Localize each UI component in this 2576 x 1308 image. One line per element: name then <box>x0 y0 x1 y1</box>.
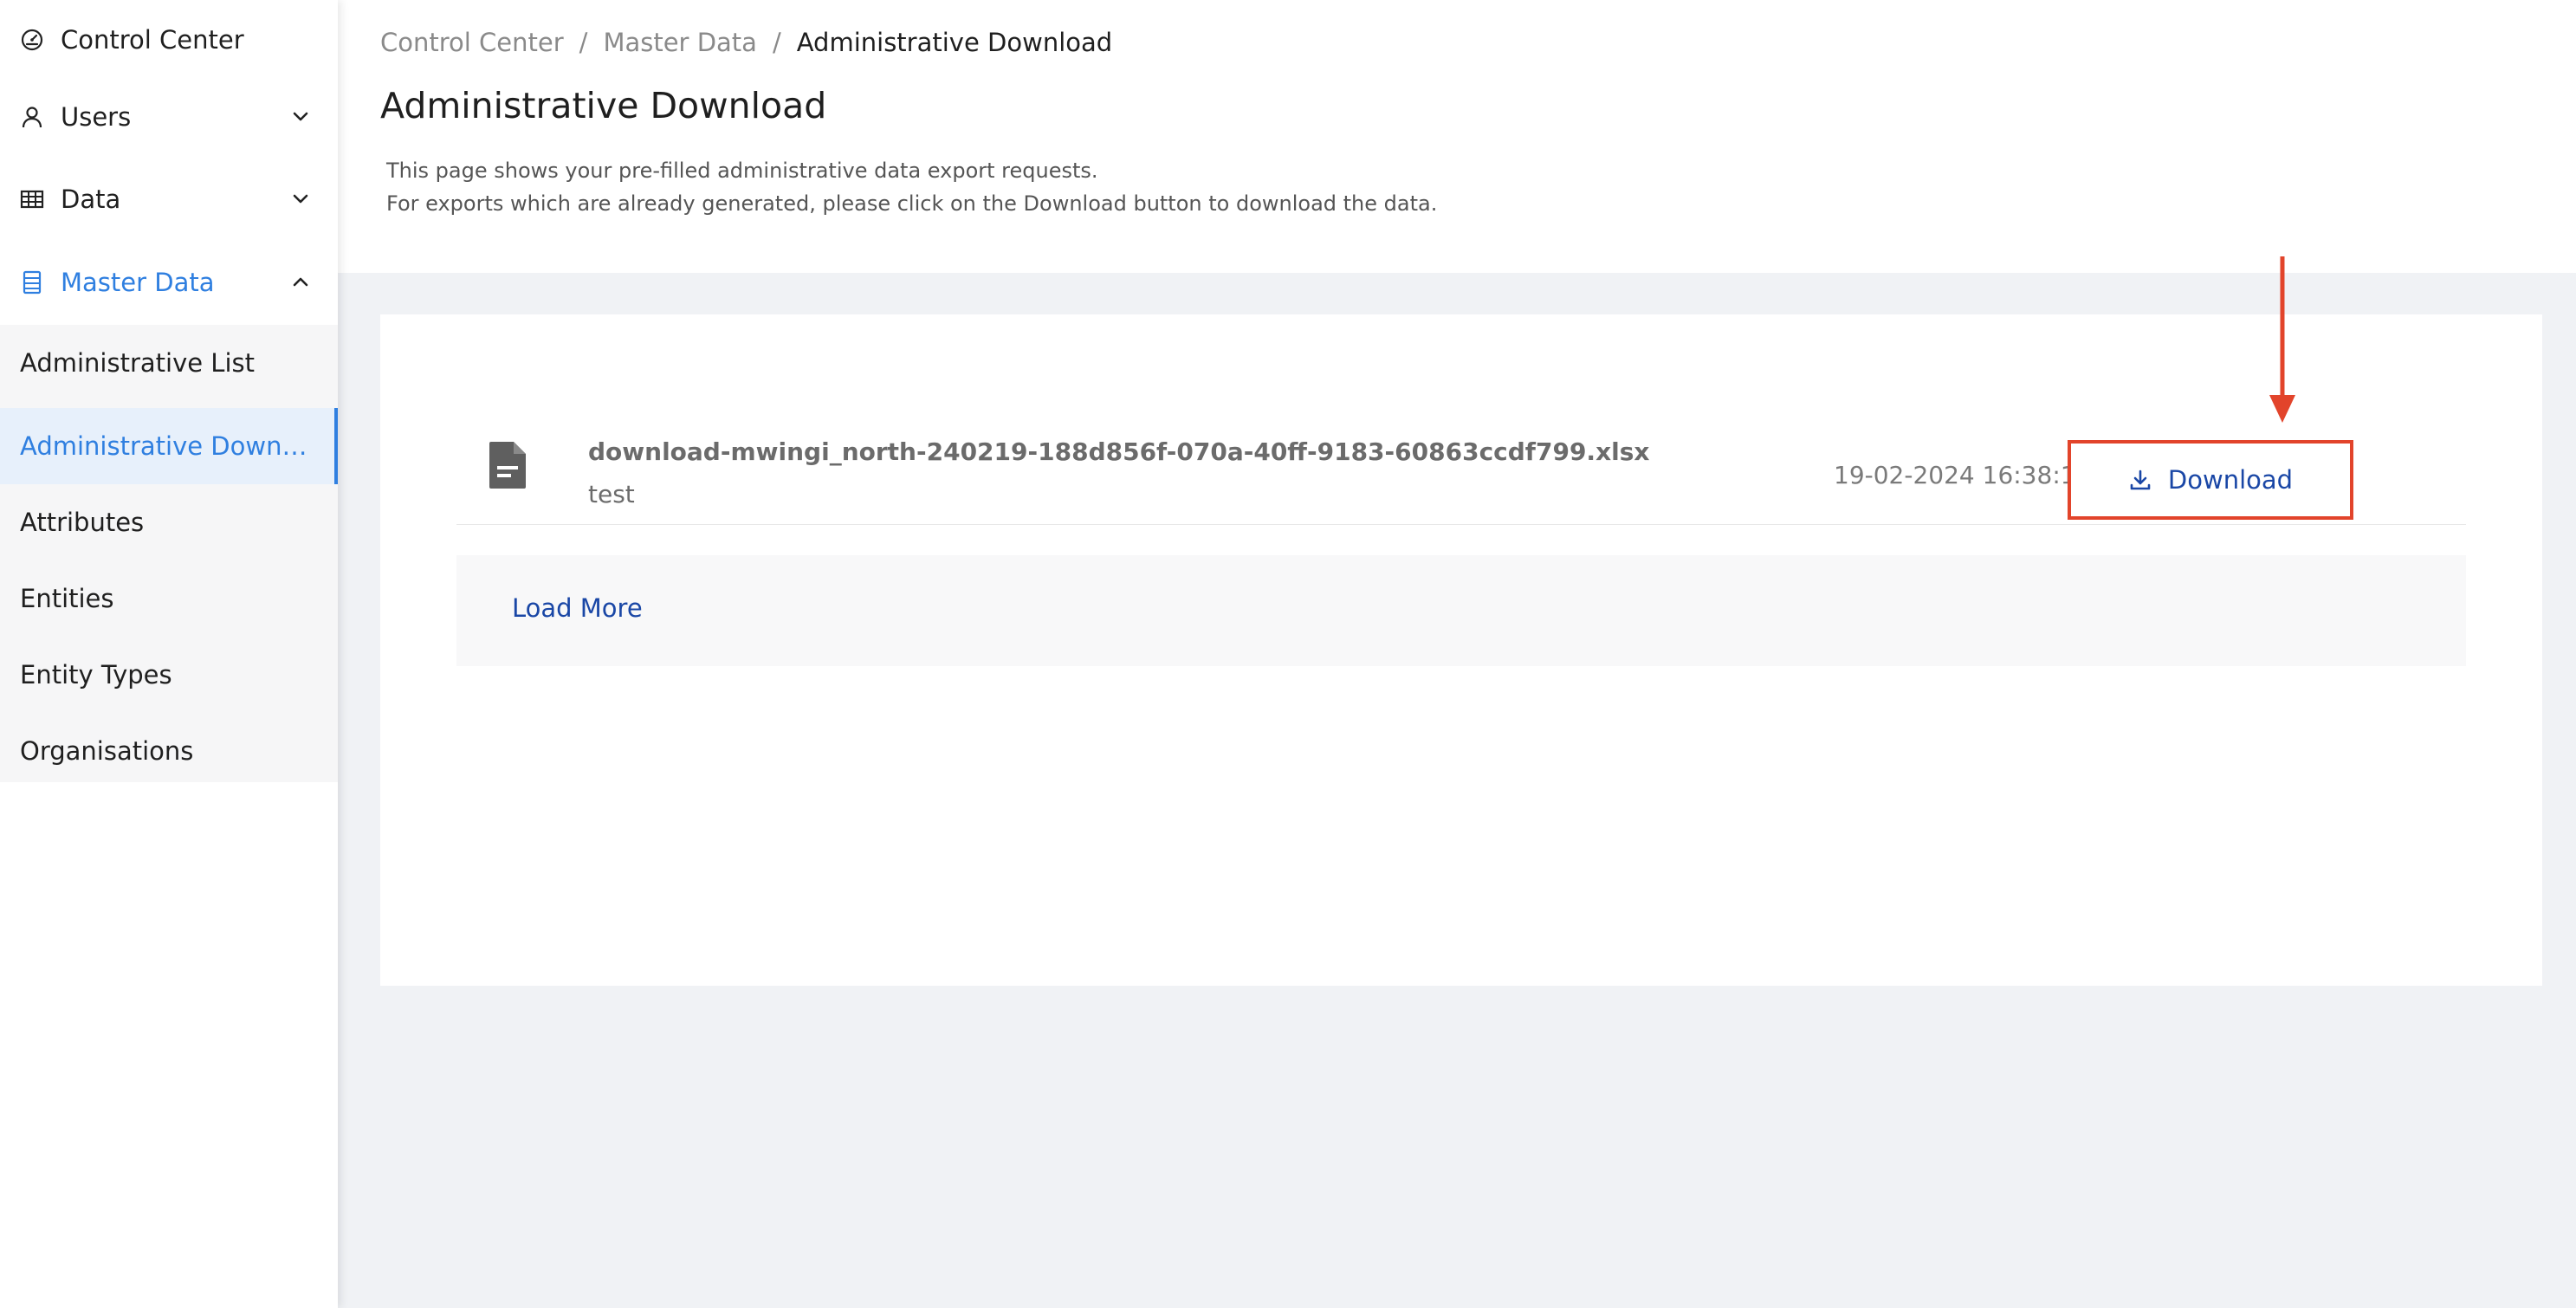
list-item: download-mwingi_north-240219-188d856f-07… <box>456 404 2466 525</box>
breadcrumb-separator: / <box>772 28 781 57</box>
dashboard-icon <box>19 27 45 53</box>
load-more-bar: Load More <box>456 555 2466 666</box>
user-icon <box>19 104 45 130</box>
download-button-label: Download <box>2167 465 2294 495</box>
sidebar-item-label: Entities <box>20 584 114 613</box>
app: Control Center Users Data Master Data Ad… <box>0 0 2576 1308</box>
downloads-card: download-mwingi_north-240219-188d856f-07… <box>380 314 2542 986</box>
sidebar-item-administrative-list[interactable]: Administrative List <box>0 325 338 401</box>
document-list-icon <box>19 269 45 295</box>
sidebar-item-label: Entity Types <box>20 660 172 690</box>
page-header: Control Center / Master Data / Administr… <box>338 0 2576 273</box>
sidebar-item-label: Master Data <box>61 268 215 297</box>
page-title: Administrative Download <box>380 85 827 126</box>
sidebar-item-master-data[interactable]: Master Data <box>0 244 338 321</box>
timestamp: 19-02-2024 16:38:14 <box>1834 461 2092 489</box>
sidebar-item-label: Administrative List <box>20 348 255 378</box>
sidebar-item-entities[interactable]: Entities <box>0 560 338 637</box>
breadcrumb: Control Center / Master Data / Administr… <box>380 28 1112 57</box>
sidebar-item-label: Data <box>61 185 121 214</box>
sidebar-item-entity-types[interactable]: Entity Types <box>0 637 338 713</box>
sidebar-item-label: Users <box>61 102 132 132</box>
sidebar-item-attributes[interactable]: Attributes <box>0 484 338 560</box>
sidebar-item-control-center[interactable]: Control Center <box>0 2 338 78</box>
chevron-up-icon[interactable] <box>289 270 312 293</box>
load-more-button[interactable]: Load More <box>512 593 643 623</box>
master-data-submenu: Administrative List Administrative Downl… <box>0 325 338 782</box>
sidebar-item-organisations[interactable]: Organisations <box>0 713 338 789</box>
breadcrumb-item[interactable]: Control Center <box>380 28 564 57</box>
breadcrumb-separator: / <box>579 28 588 57</box>
sidebar-item-administrative-download[interactable]: Administrative Download <box>0 408 338 484</box>
sidebar-item-label: Attributes <box>20 508 145 537</box>
file-description: test <box>588 480 635 508</box>
sidebar-item-label: Organisations <box>20 736 194 766</box>
breadcrumb-current: Administrative Download <box>796 28 1113 57</box>
main-content: Control Center / Master Data / Administr… <box>338 0 2576 1308</box>
sidebar: Control Center Users Data Master Data Ad… <box>0 0 338 1308</box>
sidebar-item-label: Control Center <box>61 25 244 55</box>
sidebar-item-label: Administrative Download <box>20 431 308 461</box>
sidebar-item-users[interactable]: Users <box>0 79 338 155</box>
file-name: download-mwingi_north-240219-188d856f-07… <box>588 437 1650 466</box>
annotation-arrow <box>2269 256 2295 423</box>
chevron-down-icon[interactable] <box>289 187 312 210</box>
breadcrumb-item[interactable]: Master Data <box>603 28 757 57</box>
description-line: This page shows your pre-filled administ… <box>386 159 1098 183</box>
sidebar-item-data[interactable]: Data <box>0 161 338 237</box>
chevron-down-icon[interactable] <box>289 105 312 127</box>
description-line: For exports which are already generated,… <box>386 191 1438 216</box>
download-icon <box>2130 469 2151 490</box>
page-description: This page shows your pre-filled administ… <box>386 154 1437 220</box>
download-button[interactable]: Download <box>2068 440 2353 520</box>
table-icon <box>19 186 45 212</box>
file-icon <box>489 442 526 489</box>
